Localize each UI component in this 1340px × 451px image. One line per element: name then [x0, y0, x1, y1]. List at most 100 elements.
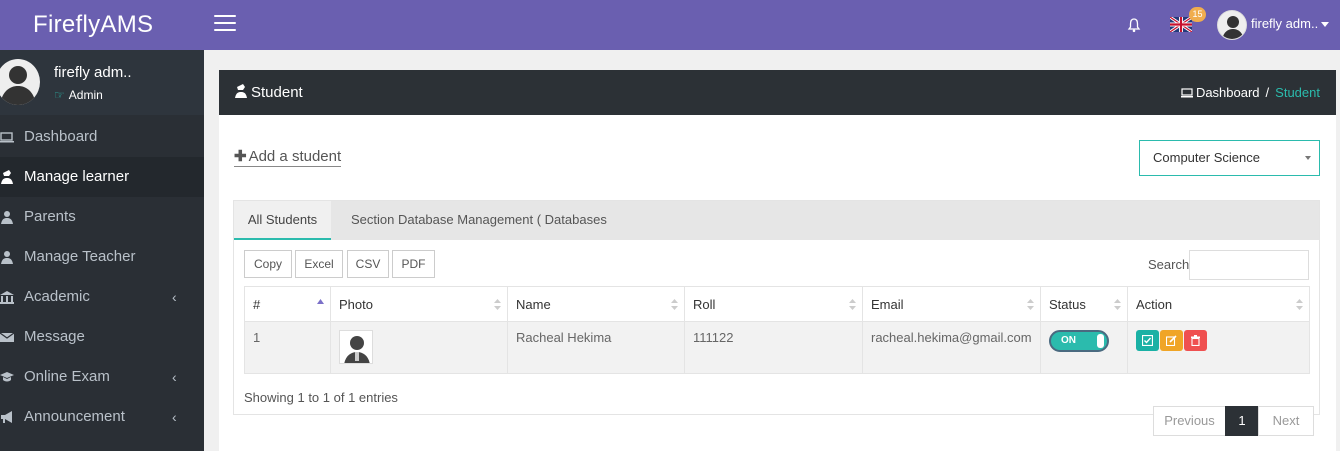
column-header-name[interactable]: Name	[507, 286, 685, 322]
cell-name: Racheal Hekima	[507, 321, 685, 374]
chevron-left-icon: ‹	[172, 289, 177, 305]
class-select[interactable]: Computer Science	[1139, 140, 1320, 176]
sidebar-item-label: Academic	[24, 288, 90, 305]
add-student-link[interactable]: ✚ Add a student	[234, 147, 342, 167]
avatar[interactable]	[1217, 10, 1247, 40]
chevron-down-icon	[1305, 156, 1311, 160]
add-student-label: Add a student	[248, 148, 342, 165]
sidebar-item-parents[interactable]: Parents	[0, 197, 204, 237]
breadcrumb: Dashboard / Student	[1180, 85, 1320, 100]
user-menu-name[interactable]: firefly adm..	[1251, 16, 1318, 31]
cell-photo	[330, 321, 508, 374]
tab-section-database-management[interactable]: Section Database Management ( Databases …	[351, 201, 611, 265]
student-icon	[1, 170, 13, 184]
sidebar-item-label: Announcement	[24, 408, 125, 425]
panel-header: Student Dashboard / Student	[219, 70, 1336, 115]
sort-icon	[1027, 299, 1034, 310]
brand-logo[interactable]: FireflyAMS	[0, 0, 204, 50]
cell-status: ON	[1040, 321, 1128, 374]
edit-icon	[1166, 335, 1177, 346]
sort-icon	[494, 299, 501, 310]
profile-role: ☞ Admin	[54, 88, 103, 102]
edit-button[interactable]	[1160, 330, 1183, 351]
avatar	[0, 59, 40, 105]
breadcrumb-dashboard-link[interactable]: Dashboard	[1196, 85, 1260, 100]
pdf-button[interactable]: PDF	[392, 250, 435, 278]
next-page-button[interactable]: Next	[1258, 406, 1314, 436]
teacher-icon	[1, 251, 13, 264]
tab-bar: All Students Section Database Management…	[234, 201, 1319, 265]
sidebar-item-dashboard[interactable]: Dashboard	[0, 117, 204, 157]
status-toggle[interactable]: ON	[1049, 330, 1109, 352]
envelope-icon	[0, 332, 14, 342]
institution-icon	[0, 291, 14, 304]
uk-flag-icon[interactable]	[1170, 17, 1192, 32]
column-header-photo[interactable]: Photo	[330, 286, 508, 322]
column-header-email[interactable]: Email	[862, 286, 1041, 322]
sort-asc-icon	[317, 299, 324, 304]
students-table: # Photo Name Roll Email Status Action 1 …	[244, 286, 1310, 374]
sidebar-item-academic[interactable]: Academic ‹	[0, 277, 204, 317]
sidebar-item-manage-learner[interactable]: Manage learner	[0, 157, 204, 197]
column-header-status[interactable]: Status	[1040, 286, 1128, 322]
chevron-left-icon: ‹	[172, 369, 177, 385]
bullhorn-icon	[1, 411, 12, 423]
user-icon	[1, 211, 13, 224]
cell-action	[1127, 321, 1310, 374]
class-select-value: Computer Science	[1153, 150, 1260, 165]
cell-email: racheal.hekima@gmail.com	[862, 321, 1041, 374]
column-header-action[interactable]: Action	[1127, 286, 1310, 322]
toggle-knob	[1097, 334, 1104, 348]
sidebar-item-label: Message	[24, 328, 85, 345]
search-input[interactable]	[1189, 250, 1309, 280]
page-title: Student	[235, 84, 303, 101]
laptop-icon	[0, 132, 14, 143]
bell-icon[interactable]	[1126, 16, 1142, 34]
page-title-text: Student	[251, 84, 303, 101]
copy-button[interactable]: Copy	[244, 250, 292, 278]
trash-icon	[1191, 335, 1200, 346]
menu-toggle-icon[interactable]	[214, 15, 236, 33]
column-header-index[interactable]: #	[244, 286, 331, 322]
sidebar-menu: Dashboard Manage learner Parents Manage …	[0, 117, 204, 437]
table-info: Showing 1 to 1 of 1 entries	[244, 390, 398, 405]
student-icon	[235, 84, 247, 98]
hand-pointer-icon: ☞	[54, 88, 65, 102]
notification-badge: 15	[1189, 7, 1206, 22]
sort-icon	[1296, 299, 1303, 310]
student-photo	[339, 330, 373, 364]
role-label: Admin	[68, 88, 103, 102]
status-toggle-label: ON	[1061, 335, 1076, 346]
sidebar-item-online-exam[interactable]: Online Exam ‹	[0, 357, 204, 397]
student-panel: Student Dashboard / Student ✚ Add a student…	[219, 70, 1336, 451]
sidebar: firefly adm.. ☞ Admin Dashboard Manage le…	[0, 50, 204, 451]
check-square-icon	[1142, 335, 1153, 346]
breadcrumb-current: Student	[1275, 85, 1320, 100]
sort-icon	[671, 299, 678, 310]
breadcrumb-separator: /	[1265, 85, 1270, 100]
page-button-current[interactable]: 1	[1225, 406, 1259, 436]
chevron-left-icon: ‹	[172, 409, 177, 425]
previous-page-button[interactable]: Previous	[1153, 406, 1226, 436]
column-header-roll[interactable]: Roll	[684, 286, 863, 322]
sidebar-item-message[interactable]: Message	[0, 317, 204, 357]
tab-all-students[interactable]: All Students	[234, 201, 331, 240]
sidebar-item-announcement[interactable]: Announcement ‹	[0, 397, 204, 437]
delete-button[interactable]	[1184, 330, 1207, 351]
laptop-icon	[1180, 88, 1193, 98]
table-header-row: # Photo Name Roll Email Status Action	[244, 286, 1310, 322]
sidebar-item-label: Manage Teacher	[24, 248, 136, 265]
csv-button[interactable]: CSV	[347, 250, 389, 278]
tabs-container: All Students Section Database Management…	[233, 200, 1320, 415]
caret-down-icon[interactable]	[1321, 22, 1329, 27]
sort-icon	[1114, 299, 1121, 310]
excel-button[interactable]: Excel	[295, 250, 343, 278]
sidebar-item-manage-teacher[interactable]: Manage Teacher	[0, 237, 204, 277]
sidebar-profile: firefly adm.. ☞ Admin	[0, 50, 204, 115]
sidebar-item-label: Dashboard	[24, 128, 98, 145]
sidebar-item-label: Manage learner	[24, 168, 130, 185]
view-button[interactable]	[1136, 330, 1159, 351]
profile-name: firefly adm..	[54, 64, 132, 81]
table-row: 1 Racheal Hekima 111122 racheal.hekima@g…	[244, 321, 1310, 374]
plus-icon: ✚	[234, 148, 247, 165]
